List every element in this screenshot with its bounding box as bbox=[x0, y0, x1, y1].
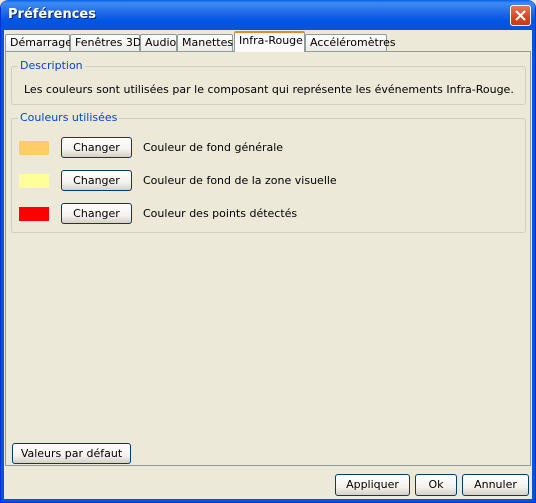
tab-demarrage[interactable]: Démarrage bbox=[5, 34, 72, 51]
colors-group: Couleurs utilisées Changer Couleur de fo… bbox=[11, 111, 526, 233]
window-border-right bbox=[532, 30, 535, 502]
defaults-button[interactable]: Valeurs par défaut bbox=[12, 443, 131, 464]
color-label: Couleur des points détectés bbox=[143, 207, 298, 220]
color-swatch bbox=[19, 174, 49, 188]
colors-title: Couleurs utilisées bbox=[18, 111, 120, 124]
tab-accelerometres[interactable]: Accéléromètres bbox=[305, 34, 396, 51]
change-visual-zone-button[interactable]: Changer bbox=[61, 170, 132, 191]
color-label: Couleur de fond de la zone visuelle bbox=[143, 174, 337, 187]
window-border-left bbox=[1, 30, 4, 502]
tab-audio[interactable]: Audio bbox=[140, 34, 177, 51]
description-group: Description Les couleurs sont utilisées … bbox=[11, 59, 526, 105]
title-bar[interactable]: Préférences bbox=[1, 0, 535, 30]
color-swatch bbox=[19, 207, 49, 221]
close-button[interactable] bbox=[510, 5, 531, 26]
apply-button[interactable]: Appliquer bbox=[335, 474, 410, 496]
tab-manettes[interactable]: Manettes bbox=[177, 34, 233, 51]
description-title: Description bbox=[18, 59, 85, 72]
color-label: Couleur de fond générale bbox=[143, 141, 284, 154]
change-points-button[interactable]: Changer bbox=[61, 203, 132, 224]
change-background-button[interactable]: Changer bbox=[61, 137, 132, 158]
close-icon bbox=[515, 10, 526, 21]
tab-panel: Description Les couleurs sont utilisées … bbox=[5, 51, 531, 466]
window-border-bottom bbox=[1, 499, 535, 502]
tab-infra-rouge[interactable]: Infra-Rouge bbox=[234, 31, 305, 52]
description-text: Les couleurs sont utilisées par le compo… bbox=[24, 83, 514, 96]
cancel-button[interactable]: Annuler bbox=[462, 474, 529, 496]
ok-button[interactable]: Ok bbox=[415, 474, 457, 496]
preferences-window: Préférences Démarrage Fenêtres 3D Audio … bbox=[0, 0, 536, 503]
color-swatch bbox=[19, 141, 49, 155]
tab-fenetres-3d[interactable]: Fenêtres 3D bbox=[70, 34, 141, 51]
window-title: Préférences bbox=[8, 7, 96, 22]
